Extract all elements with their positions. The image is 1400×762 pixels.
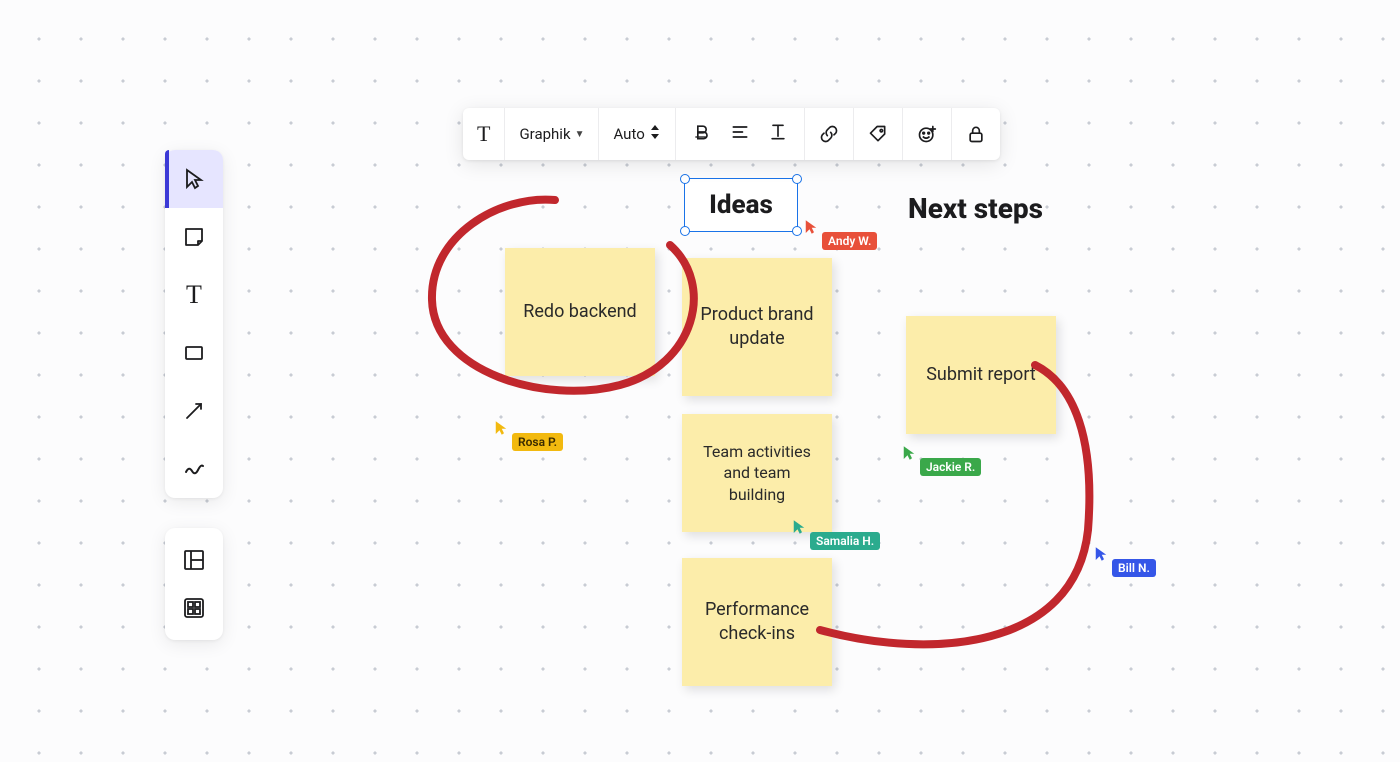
collaborator-cursor-bill: Bill N. bbox=[1092, 545, 1156, 577]
stepper-arrows-icon bbox=[649, 124, 661, 144]
left-toolbar: T bbox=[165, 150, 223, 498]
line-arrow-tool[interactable] bbox=[165, 382, 223, 440]
emoji-button[interactable] bbox=[903, 108, 952, 160]
selected-text-box[interactable]: Ideas bbox=[684, 178, 798, 232]
link-button[interactable] bbox=[805, 108, 854, 160]
cursor-name: Jackie R. bbox=[920, 458, 981, 476]
sticky-text: Performance check-ins bbox=[696, 598, 818, 647]
heading-next-steps[interactable]: Next steps bbox=[908, 192, 1043, 225]
cursor-icon bbox=[790, 518, 808, 536]
format-toolbar: T Graphik ▼ Auto bbox=[463, 108, 1000, 160]
collaborator-cursor-samalia: Samalia H. bbox=[790, 518, 880, 550]
sticky-text: Team activities and team building bbox=[696, 441, 818, 506]
left-toolbar-secondary bbox=[165, 528, 223, 640]
sticky-note[interactable]: Product brand update bbox=[682, 258, 832, 396]
sticky-text: Redo backend bbox=[523, 300, 636, 324]
shape-tool[interactable] bbox=[165, 324, 223, 382]
underline-button[interactable] bbox=[768, 122, 788, 146]
cursor-name: Bill N. bbox=[1112, 559, 1156, 577]
font-size-label: Auto bbox=[613, 125, 644, 143]
collaborator-cursor-rosa: Rosa P. bbox=[492, 419, 563, 451]
collaborator-cursor-andy: Andy W. bbox=[802, 218, 877, 250]
lock-button[interactable] bbox=[952, 108, 1000, 160]
heading-ideas: Ideas bbox=[709, 190, 773, 220]
selection-handle[interactable] bbox=[792, 226, 802, 236]
font-size-stepper[interactable]: Auto bbox=[599, 108, 675, 160]
chevron-down-icon: ▼ bbox=[575, 129, 585, 140]
cursor-name: Rosa P. bbox=[512, 433, 563, 451]
font-family-dropdown[interactable]: Graphik ▼ bbox=[505, 108, 599, 160]
sticky-note[interactable]: Team activities and team building bbox=[682, 414, 832, 532]
sticky-note[interactable]: Redo backend bbox=[505, 248, 655, 376]
cursor-name: Andy W. bbox=[822, 232, 877, 250]
cursor-icon bbox=[802, 218, 820, 236]
template-tool[interactable] bbox=[165, 536, 223, 584]
align-button[interactable] bbox=[730, 122, 750, 146]
text-tool[interactable]: T bbox=[165, 266, 223, 324]
selection-handle[interactable] bbox=[680, 174, 690, 184]
tag-button[interactable] bbox=[854, 108, 903, 160]
cursor-icon bbox=[900, 444, 918, 462]
sticky-text: Product brand update bbox=[696, 303, 818, 352]
sticky-note-tool[interactable] bbox=[165, 208, 223, 266]
draw-tool[interactable] bbox=[165, 440, 223, 498]
sticky-note[interactable]: Submit report bbox=[906, 316, 1056, 434]
cursor-icon bbox=[492, 419, 510, 437]
select-tool[interactable] bbox=[165, 150, 223, 208]
cursor-icon bbox=[1092, 545, 1110, 563]
text-format-button[interactable]: T bbox=[463, 108, 505, 160]
bold-button[interactable] bbox=[692, 122, 712, 146]
selection-handle[interactable] bbox=[792, 174, 802, 184]
text-icon: T bbox=[186, 280, 202, 310]
cursor-name: Samalia H. bbox=[810, 532, 880, 550]
selection-handle[interactable] bbox=[680, 226, 690, 236]
sticky-note[interactable]: Performance check-ins bbox=[682, 558, 832, 686]
font-family-label: Graphik bbox=[519, 125, 570, 143]
grid-tool[interactable] bbox=[165, 584, 223, 632]
text-style-group bbox=[676, 108, 805, 160]
collaborator-cursor-jackie: Jackie R. bbox=[900, 444, 981, 476]
text-icon: T bbox=[477, 121, 490, 147]
sticky-text: Submit report bbox=[926, 363, 1036, 387]
